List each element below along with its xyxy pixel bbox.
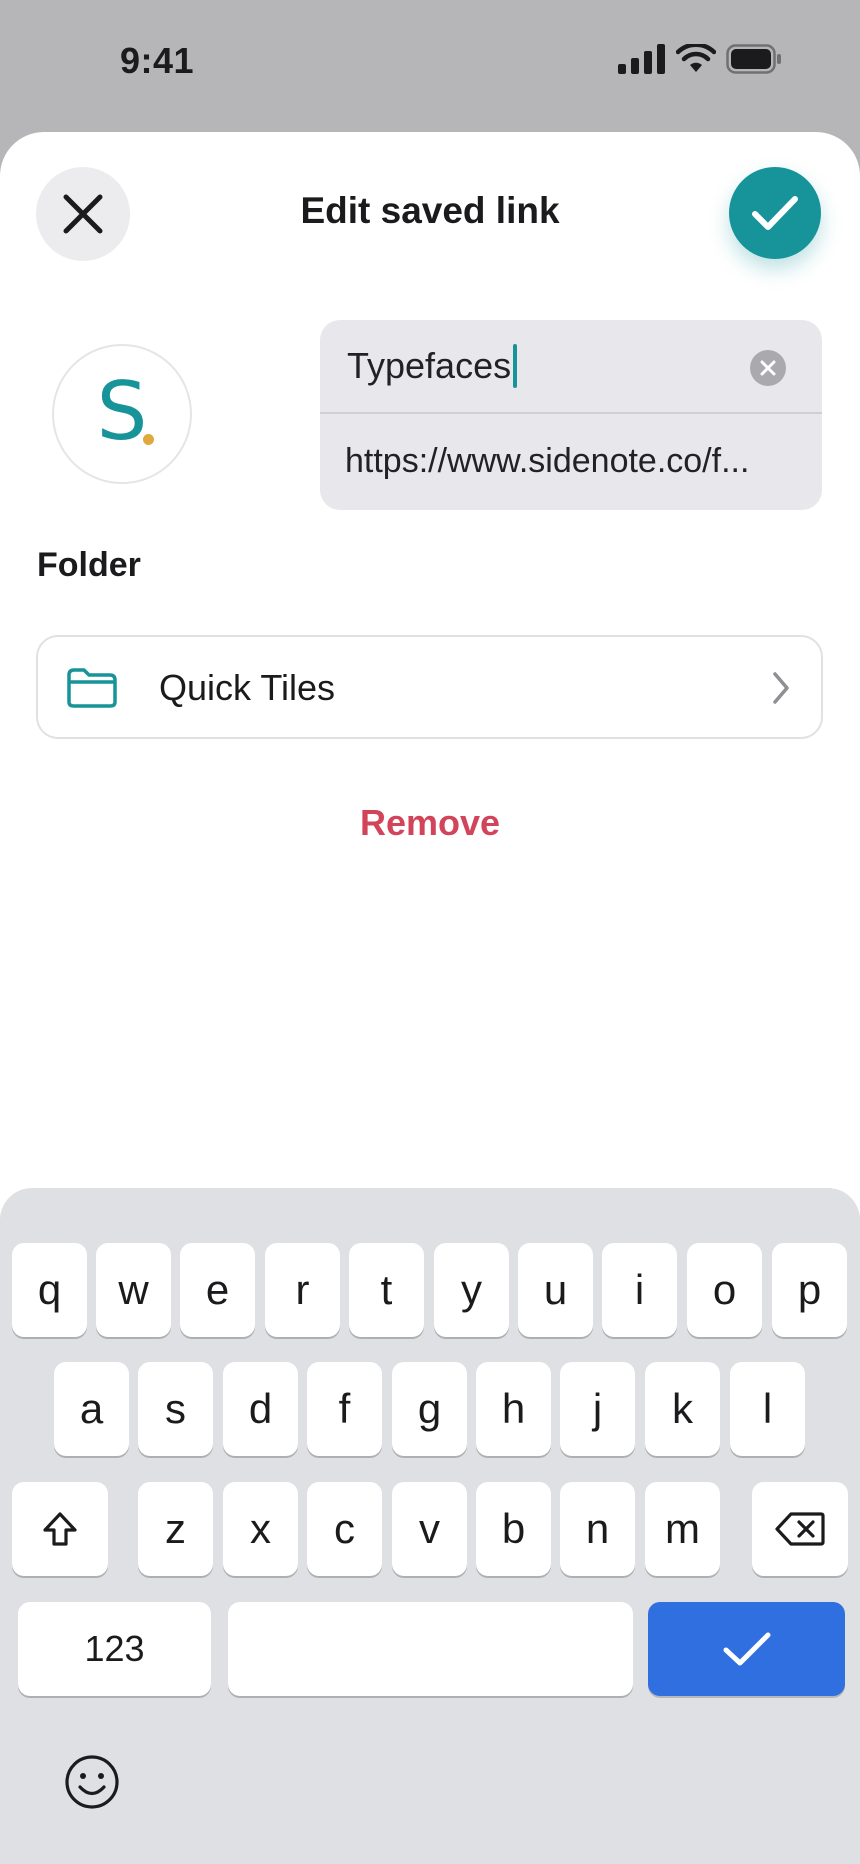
key-u[interactable]: u <box>518 1243 593 1337</box>
key-x[interactable]: x <box>223 1482 298 1576</box>
key-c[interactable]: c <box>307 1482 382 1576</box>
key-t[interactable]: t <box>349 1243 424 1337</box>
checkmark-icon <box>723 1632 770 1666</box>
key-j[interactable]: j <box>560 1362 635 1456</box>
numbers-key[interactable]: 123 <box>18 1602 211 1696</box>
key-d[interactable]: d <box>223 1362 298 1456</box>
emoji-icon <box>65 1755 119 1809</box>
shift-icon <box>43 1512 77 1546</box>
space-key[interactable] <box>228 1602 633 1696</box>
key-w[interactable]: w <box>96 1243 171 1337</box>
folder-section-label: Folder <box>37 546 141 584</box>
folder-selector[interactable]: Quick Tiles <box>36 635 823 739</box>
key-i[interactable]: i <box>602 1243 677 1337</box>
keyboard: q w e r t y u i o p a s d f g h j k l z … <box>0 1188 860 1864</box>
key-g[interactable]: g <box>392 1362 467 1456</box>
key-h[interactable]: h <box>476 1362 551 1456</box>
url-field[interactable]: https://www.sidenote.co/f... <box>320 414 822 510</box>
key-q[interactable]: q <box>12 1243 87 1337</box>
clear-icon <box>760 360 776 376</box>
key-f[interactable]: f <box>307 1362 382 1456</box>
return-key[interactable] <box>648 1602 845 1696</box>
backspace-icon <box>775 1512 825 1546</box>
key-v[interactable]: v <box>392 1482 467 1576</box>
status-time: 9:41 <box>120 40 195 81</box>
confirm-button[interactable] <box>729 167 821 259</box>
key-o[interactable]: o <box>687 1243 762 1337</box>
key-m[interactable]: m <box>645 1482 720 1576</box>
key-r[interactable]: r <box>265 1243 340 1337</box>
key-k[interactable]: k <box>645 1362 720 1456</box>
cellular-signal-icon <box>618 44 665 74</box>
key-y[interactable]: y <box>434 1243 509 1337</box>
url-input-value[interactable]: https://www.sidenote.co/f... <box>345 442 805 481</box>
battery-icon <box>726 44 781 74</box>
chevron-right-icon <box>773 672 789 704</box>
site-favicon[interactable]: S <box>52 344 192 484</box>
checkmark-icon <box>752 196 798 230</box>
key-a[interactable]: a <box>54 1362 129 1456</box>
wifi-icon <box>676 44 716 72</box>
key-l[interactable]: l <box>730 1362 805 1456</box>
status-icons <box>618 44 782 74</box>
remove-button[interactable]: Remove <box>0 802 860 844</box>
status-bar: 9:41 <box>0 0 860 130</box>
key-b[interactable]: b <box>476 1482 551 1576</box>
title-input-value[interactable]: Typefaces <box>347 345 511 387</box>
backspace-key[interactable] <box>752 1482 848 1576</box>
title-field[interactable]: Typefaces <box>320 320 822 414</box>
key-e[interactable]: e <box>180 1243 255 1337</box>
shift-key[interactable] <box>12 1482 108 1576</box>
text-caret <box>513 344 518 388</box>
link-fields: Typefaces https://www.sidenote.co/f... <box>320 320 822 510</box>
folder-name: Quick Tiles <box>159 667 336 708</box>
folder-icon <box>67 668 117 708</box>
favicon-letter: S <box>96 365 148 458</box>
clear-title-button[interactable] <box>750 350 786 386</box>
key-s[interactable]: s <box>138 1362 213 1456</box>
key-n[interactable]: n <box>560 1482 635 1576</box>
emoji-button[interactable] <box>64 1754 120 1815</box>
key-z[interactable]: z <box>138 1482 213 1576</box>
favicon-dot <box>143 434 154 445</box>
key-p[interactable]: p <box>772 1243 847 1337</box>
